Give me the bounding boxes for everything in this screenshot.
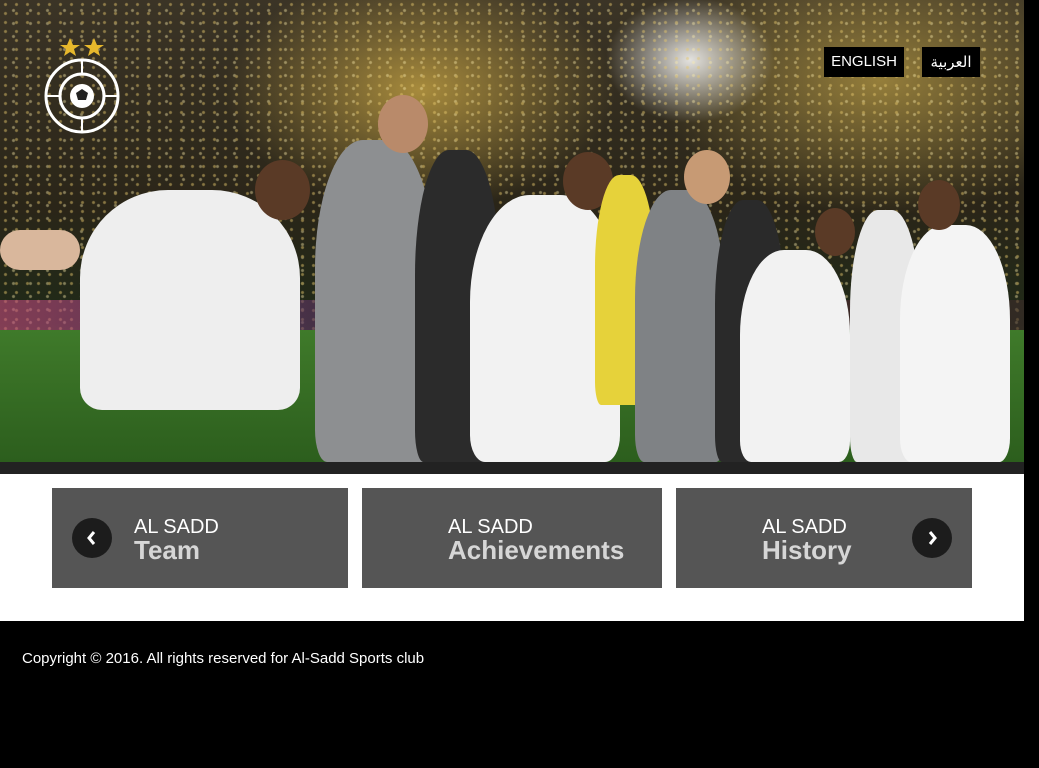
hero-bottom-bar [0, 462, 1024, 474]
player-head [815, 208, 855, 256]
hero-banner-image: ENGLISH العربية [0, 0, 1024, 462]
card-title: History [762, 535, 852, 565]
player-head [255, 160, 310, 220]
player-figure [900, 225, 1010, 462]
card-team[interactable]: AL SADD Team [52, 488, 348, 588]
card-title: Achievements [448, 535, 625, 565]
footer-copyright: Copyright © 2016. All rights reserved fo… [22, 650, 425, 667]
page-container: ENGLISH العربية AL SADD Team AL SADD Ach… [0, 0, 1024, 621]
language-arabic-button[interactable]: العربية [922, 47, 980, 77]
club-logo[interactable] [38, 34, 128, 144]
player-arm [0, 230, 80, 270]
player-figure [740, 250, 850, 462]
player-head [378, 95, 428, 153]
player-head [918, 180, 960, 230]
chevron-left-icon [87, 531, 96, 545]
card-achievements[interactable]: AL SADD Achievements [362, 488, 662, 588]
language-english-button[interactable]: ENGLISH [824, 47, 904, 77]
card-title: Team [134, 535, 200, 565]
chevron-right-icon [928, 531, 937, 545]
player-head [684, 150, 730, 204]
next-arrow-button[interactable] [912, 518, 952, 558]
player-figure [635, 190, 725, 462]
prev-arrow-button[interactable] [72, 518, 112, 558]
card-history[interactable]: AL SADD History [676, 488, 972, 588]
player-figure [80, 190, 300, 410]
